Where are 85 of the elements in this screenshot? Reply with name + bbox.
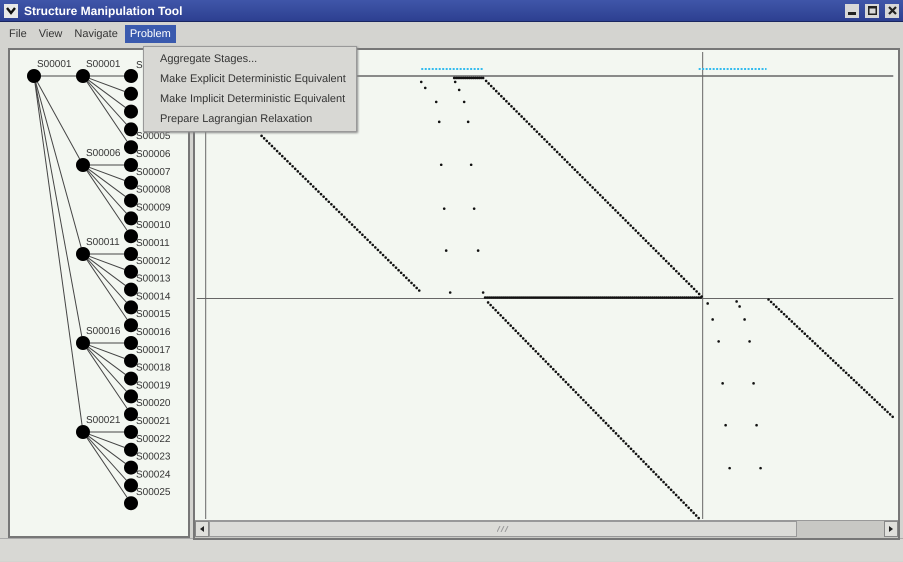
menu-item[interactable]: Problem [124, 25, 176, 43]
tree-node[interactable] [124, 247, 138, 261]
menu-item[interactable]: Navigate [69, 25, 123, 43]
right-arrow-icon [889, 526, 893, 532]
maximize-button[interactable] [865, 4, 879, 18]
tree-node[interactable] [124, 336, 138, 350]
node-label: S00006 [136, 149, 170, 160]
tree-node[interactable] [76, 247, 90, 261]
tree-node[interactable] [124, 389, 138, 404]
node-label: S00001 [37, 59, 72, 70]
node-label: S00007 [136, 166, 170, 178]
node-label: S00014 [136, 291, 170, 302]
minimize-button[interactable] [845, 4, 859, 18]
tree-node[interactable] [76, 425, 90, 439]
tree-node[interactable] [76, 69, 90, 83]
node-label: S00025 [136, 487, 170, 498]
horizontal-scrollbar[interactable] [195, 520, 898, 538]
menu-option[interactable]: Prepare Lagrangian Relaxation [144, 109, 356, 129]
node-label: S00018 [136, 362, 170, 374]
tree-node[interactable] [124, 194, 138, 208]
close-icon [888, 6, 896, 15]
tree-node[interactable] [124, 176, 138, 190]
chevron-down-icon [6, 6, 16, 14]
node-label: S00021 [86, 415, 120, 426]
node-label: S00024 [136, 469, 170, 480]
tree-node[interactable] [124, 282, 138, 297]
node-label: S00008 [136, 184, 170, 196]
tree-node[interactable] [124, 425, 138, 439]
node-label: S00005 [136, 131, 170, 142]
node-label: S00021 [136, 416, 170, 427]
tree-node[interactable] [124, 496, 138, 510]
dot-row [452, 76, 484, 80]
tree-node[interactable] [124, 354, 138, 368]
menu-option[interactable]: Aggregate Stages... [144, 49, 356, 69]
grip-icon [497, 526, 509, 532]
marker-row [698, 68, 767, 70]
scroll-right-button[interactable] [884, 521, 898, 538]
menu-option[interactable]: Make Implicit Deterministic Equivalent [144, 89, 356, 109]
tree-node[interactable] [76, 158, 90, 172]
tree-node[interactable] [124, 442, 138, 457]
node-label: S00020 [136, 398, 170, 410]
node-label: S00012 [136, 256, 170, 267]
tree-node[interactable] [124, 122, 138, 136]
menu-option[interactable]: Make Explicit Deterministic Equivalent [144, 69, 356, 89]
node-label: S00006 [86, 148, 120, 159]
node-label: S00016 [136, 327, 170, 338]
node-label: S00011 [86, 237, 120, 248]
node-label: S00001 [86, 59, 120, 70]
tree-node[interactable] [124, 300, 138, 314]
tree-node[interactable] [124, 211, 138, 226]
marker-row [421, 68, 484, 70]
node-label: S00017 [136, 344, 170, 356]
tree-node[interactable] [124, 104, 138, 119]
menu-item[interactable]: View [34, 25, 68, 43]
node-label: S00011 [136, 238, 170, 249]
scroll-left-button[interactable] [195, 521, 209, 538]
tree-node[interactable] [124, 86, 138, 101]
node-label: S00019 [136, 380, 170, 392]
tree-node[interactable] [124, 69, 138, 83]
node-label: S00013 [136, 274, 170, 285]
tree-node[interactable] [27, 69, 41, 83]
window-menu-button[interactable] [4, 4, 18, 18]
node-label: S00010 [136, 220, 170, 232]
tree-node[interactable] [124, 140, 138, 154]
scrollbar-thumb[interactable] [209, 521, 797, 538]
tree-node[interactable] [124, 318, 138, 332]
node-label: S00023 [136, 452, 170, 463]
tree-node[interactable] [124, 229, 138, 244]
node-label: S00016 [86, 326, 120, 337]
tree-node[interactable] [124, 264, 138, 279]
node-label: S00022 [136, 434, 170, 445]
tree-node[interactable] [124, 158, 138, 172]
menu-item[interactable]: File [4, 25, 32, 43]
node-label: S [136, 60, 143, 71]
node-label: S00009 [136, 202, 170, 214]
maximize-icon [868, 6, 876, 15]
tree-node[interactable] [124, 460, 138, 475]
node-label: S00015 [136, 309, 170, 320]
close-button[interactable] [885, 4, 899, 18]
left-arrow-icon [200, 526, 204, 532]
window-title: Structure Manipulation Tool [24, 4, 184, 18]
tree-node[interactable] [76, 336, 90, 350]
tree-node[interactable] [124, 407, 138, 422]
tree-node[interactable] [124, 372, 138, 386]
tree-node[interactable] [124, 478, 138, 492]
